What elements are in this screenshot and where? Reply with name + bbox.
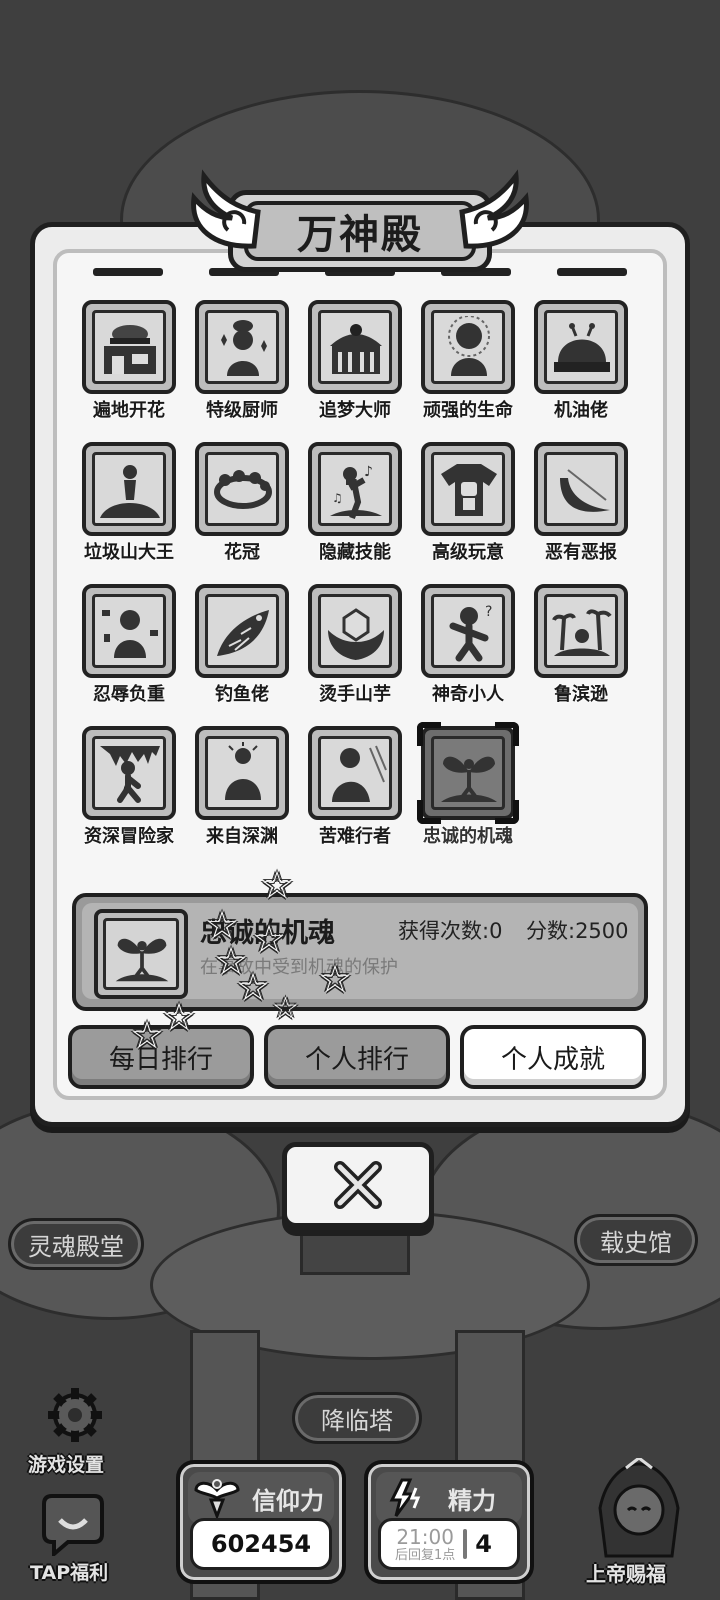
detail-obtained-count: 获得次数:0 xyxy=(398,919,503,943)
achievement-item[interactable]: 高级玩意 xyxy=(411,442,525,564)
achievement-item[interactable]: 忍辱负重 xyxy=(72,584,186,706)
faith-label: 信仰力 xyxy=(252,1486,324,1515)
svg-text:♪: ♪ xyxy=(364,464,373,480)
faith-stat-panel: 信仰力 602454 xyxy=(176,1460,346,1584)
history-hall-button[interactable]: 载史馆 xyxy=(574,1214,698,1266)
tab-personal-ranking[interactable]: 个人排行 xyxy=(264,1025,450,1089)
modal-title-banner: 万神殿 xyxy=(228,190,492,272)
modal-title: 万神殿 xyxy=(244,201,476,261)
energy-stat-panel: 精力 21:00 后回复1点 4 xyxy=(364,1460,534,1584)
chat-face-icon xyxy=(42,1494,104,1556)
close-icon xyxy=(334,1161,382,1209)
achievement-item[interactable]: 苦难行者 xyxy=(298,726,412,848)
achievement-item[interactable]: 恶有恶报 xyxy=(524,442,638,564)
tab-personal-achievements[interactable]: 个人成就 xyxy=(460,1025,646,1089)
achievement-item[interactable]: 追梦大师 xyxy=(298,300,412,422)
settings-button[interactable]: 游戏设置 xyxy=(24,1380,124,1484)
energy-recover-hint: 后回复1点 xyxy=(395,1547,456,1563)
hands-gem-icon xyxy=(308,584,402,678)
glowing-figure-icon xyxy=(421,300,515,394)
walking-figure-icon xyxy=(308,726,402,820)
svg-text:?: ? xyxy=(485,604,492,620)
energy-timer: 21:00 xyxy=(396,1524,454,1549)
achievement-item[interactable]: 垃圾山大王 xyxy=(72,442,186,564)
confused-figure-icon: ? xyxy=(421,584,515,678)
robot-shirt-icon xyxy=(421,442,515,536)
achievement-item[interactable]: ♪ ♫ 隐藏技能 xyxy=(298,442,412,564)
selection-corner xyxy=(495,800,519,824)
achievement-item[interactable]: 钓鱼佬 xyxy=(185,584,299,706)
singing-figure-icon: ♪ ♫ xyxy=(308,442,402,536)
selection-corner xyxy=(417,800,441,824)
achievement-item[interactable]: 鲁滨逊 xyxy=(524,584,638,706)
star-effect-icon: ☆ xyxy=(252,917,287,961)
dream-building-icon xyxy=(308,300,402,394)
energy-label: 精力 xyxy=(448,1486,496,1515)
burger-shop-icon xyxy=(82,300,176,394)
achievement-item[interactable]: 花冠 xyxy=(185,442,299,564)
achievement-item[interactable]: 来自深渊 xyxy=(185,726,299,848)
winged-emblem-icon xyxy=(194,1479,240,1520)
star-effect-icon: ☆ xyxy=(236,965,271,1009)
achievement-item[interactable]: 烫手山芋 xyxy=(298,584,412,706)
lightning-icon xyxy=(389,1478,421,1517)
achievement-detail-card: 忠诚的机魂 获得次数:0 分数:2500 在事故中受到机魂的保护 xyxy=(72,893,648,1011)
selection-corner xyxy=(417,722,441,746)
trash-king-icon xyxy=(82,442,176,536)
flower-crown-icon xyxy=(195,442,289,536)
energy-value-box: 21:00 后回复1点 4 xyxy=(378,1518,520,1570)
soul-hall-button[interactable]: 灵魂殿堂 xyxy=(8,1218,144,1270)
angel-girl-icon xyxy=(598,1458,680,1558)
achievement-item[interactable]: ? 神奇小人 xyxy=(411,584,525,706)
boomerang-icon xyxy=(534,442,628,536)
descend-tower-button[interactable]: 降临塔 xyxy=(292,1392,422,1444)
star-effect-icon: ☆ xyxy=(130,1013,165,1057)
island-icon xyxy=(534,584,628,678)
energy-divider xyxy=(463,1529,468,1559)
god-blessing-button[interactable]: 上帝赐福 xyxy=(576,1458,702,1592)
tap-bonus-button[interactable]: TAP福利 xyxy=(24,1492,124,1592)
selection-corner xyxy=(495,722,519,746)
energy-value: 4 xyxy=(475,1530,492,1558)
achievement-item[interactable]: 遍地开花 xyxy=(72,300,186,422)
fairy-icon xyxy=(94,909,188,999)
achievement-item[interactable]: 机油佬 xyxy=(524,300,638,422)
star-effect-icon: ☆ xyxy=(162,995,197,1039)
dome-robot-icon xyxy=(534,300,628,394)
cave-figure-icon xyxy=(82,726,176,820)
left-wing-icon xyxy=(191,169,261,249)
star-effect-icon: ☆ xyxy=(260,863,295,907)
achievement-item[interactable]: 资深冒险家 xyxy=(72,726,186,848)
right-wing-icon xyxy=(459,169,529,249)
achievement-item[interactable]: 特级厨师 xyxy=(185,300,299,422)
star-effect-icon: ☆ xyxy=(272,991,299,1026)
detail-score: 分数:2500 xyxy=(526,919,629,943)
gear-icon xyxy=(48,1388,102,1442)
kneeling-figure-icon xyxy=(82,584,176,678)
abyss-figure-icon xyxy=(195,726,289,820)
svg-text:♫: ♫ xyxy=(332,491,343,505)
fish-icon xyxy=(195,584,289,678)
faith-value: 602454 xyxy=(190,1518,332,1570)
close-button[interactable] xyxy=(282,1142,434,1228)
star-effect-icon: ☆ xyxy=(318,957,353,1001)
achievement-item-selected[interactable]: 忠诚的机魂 xyxy=(411,722,525,848)
fairy-icon xyxy=(417,722,519,824)
chef-icon xyxy=(195,300,289,394)
achievement-item[interactable]: 顽强的生命 xyxy=(411,300,525,422)
